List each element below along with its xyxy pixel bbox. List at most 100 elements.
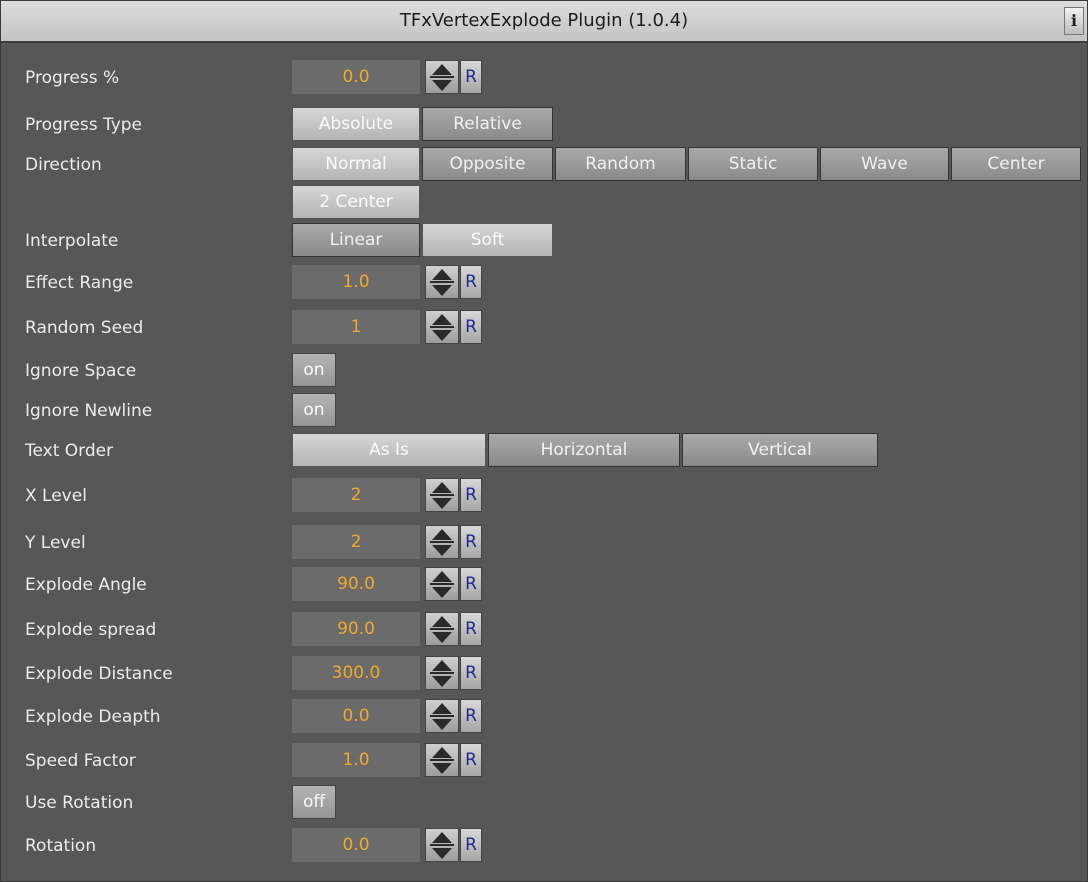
random-seed-reset-button[interactable]: R <box>460 310 482 344</box>
speed-factor-input[interactable]: 1.0 <box>292 743 420 777</box>
arrow-up-icon <box>432 747 452 758</box>
progress-type-relative-button[interactable]: Relative <box>422 107 553 141</box>
row-speed-factor: Speed Factor 1.0 R <box>1 743 1087 779</box>
progress-label: Progress % <box>25 68 120 88</box>
direction-random-button[interactable]: Random <box>555 147 686 181</box>
random-seed-input[interactable]: 1 <box>292 310 420 344</box>
explode-angle-reset-button[interactable]: R <box>460 567 482 601</box>
row-y-level: Y Level 2 R <box>1 525 1087 561</box>
row-x-level: X Level 2 R <box>1 478 1087 514</box>
effect-range-spinner[interactable] <box>425 265 459 299</box>
explode-deapth-reset-button[interactable]: R <box>460 699 482 733</box>
arrow-down-icon <box>432 545 452 556</box>
row-text-order: Text Order As Is Horizontal Vertical <box>1 433 1087 469</box>
rotation-reset-button[interactable]: R <box>460 828 482 862</box>
progress-input[interactable]: 0.0 <box>292 60 420 94</box>
y-level-label: Y Level <box>25 533 86 553</box>
progress-type-absolute-button[interactable]: Absolute <box>292 107 420 141</box>
explode-distance-input[interactable]: 300.0 <box>292 656 420 690</box>
y-level-spinner[interactable] <box>425 525 459 559</box>
interpolate-soft-button[interactable]: Soft <box>422 223 553 257</box>
ignore-space-toggle[interactable]: on <box>292 353 336 387</box>
interpolate-label: Interpolate <box>25 231 119 251</box>
use-rotation-toggle[interactable]: off <box>292 785 336 819</box>
explode-distance-spinner[interactable] <box>425 656 459 690</box>
title-bar: TFxVertexExplode Plugin (1.0.4) i <box>1 1 1087 43</box>
x-level-reset-button[interactable]: R <box>460 478 482 512</box>
direction-center-button[interactable]: Center <box>951 147 1081 181</box>
speed-factor-label: Speed Factor <box>25 751 136 771</box>
explode-deapth-spinner[interactable] <box>425 699 459 733</box>
ignore-newline-toggle[interactable]: on <box>292 393 336 427</box>
row-direction: Direction Normal Opposite Random Static … <box>1 147 1087 183</box>
row-progress-type: Progress Type Absolute Relative <box>1 107 1087 143</box>
arrow-down-icon <box>432 676 452 687</box>
arrow-up-icon <box>432 64 452 75</box>
random-seed-spinner[interactable] <box>425 310 459 344</box>
row-interpolate: Interpolate Linear Soft <box>1 223 1087 259</box>
row-ignore-space: Ignore Space on <box>1 353 1087 389</box>
row-explode-distance: Explode Distance 300.0 R <box>1 656 1087 692</box>
rotation-label: Rotation <box>25 836 97 856</box>
arrow-up-icon <box>432 571 452 582</box>
plugin-panel: TFxVertexExplode Plugin (1.0.4) i Progre… <box>0 0 1088 882</box>
arrow-down-icon <box>432 330 452 341</box>
arrow-down-icon <box>432 498 452 509</box>
interpolate-linear-button[interactable]: Linear <box>292 223 420 257</box>
row-progress: Progress % 0.0 R <box>1 60 1087 96</box>
y-level-reset-button[interactable]: R <box>460 525 482 559</box>
row-ignore-newline: Ignore Newline on <box>1 393 1087 429</box>
effect-range-label: Effect Range <box>25 273 134 293</box>
explode-spread-label: Explode spread <box>25 620 157 640</box>
explode-angle-input[interactable]: 90.0 <box>292 567 420 601</box>
explode-distance-reset-button[interactable]: R <box>460 656 482 690</box>
arrow-up-icon <box>432 616 452 627</box>
speed-factor-reset-button[interactable]: R <box>460 743 482 777</box>
arrow-up-icon <box>432 529 452 540</box>
explode-spread-input[interactable]: 90.0 <box>292 612 420 646</box>
arrow-up-icon <box>432 832 452 843</box>
x-level-label: X Level <box>25 486 87 506</box>
row-random-seed: Random Seed 1 R <box>1 310 1087 346</box>
arrow-down-icon <box>432 719 452 730</box>
row-explode-angle: Explode Angle 90.0 R <box>1 567 1087 603</box>
row-rotation: Rotation 0.0 R <box>1 828 1087 864</box>
explode-spread-reset-button[interactable]: R <box>460 612 482 646</box>
y-level-input[interactable]: 2 <box>292 525 420 559</box>
text-order-as-is-button[interactable]: As Is <box>292 433 486 467</box>
random-seed-label: Random Seed <box>25 318 144 338</box>
row-direction-2: 2 Center <box>1 185 1087 221</box>
arrow-up-icon <box>432 269 452 280</box>
arrow-up-icon <box>432 703 452 714</box>
explode-distance-label: Explode Distance <box>25 664 173 684</box>
text-order-horizontal-button[interactable]: Horizontal <box>488 433 680 467</box>
effect-range-input[interactable]: 1.0 <box>292 265 420 299</box>
explode-deapth-input[interactable]: 0.0 <box>292 699 420 733</box>
explode-spread-spinner[interactable] <box>425 612 459 646</box>
direction-static-button[interactable]: Static <box>688 147 818 181</box>
text-order-vertical-button[interactable]: Vertical <box>682 433 878 467</box>
x-level-input[interactable]: 2 <box>292 478 420 512</box>
arrow-down-icon <box>432 80 452 91</box>
direction-2center-button[interactable]: 2 Center <box>292 185 420 219</box>
explode-angle-spinner[interactable] <box>425 567 459 601</box>
speed-factor-spinner[interactable] <box>425 743 459 777</box>
info-button[interactable]: i <box>1064 7 1084 35</box>
effect-range-reset-button[interactable]: R <box>460 265 482 299</box>
direction-opposite-button[interactable]: Opposite <box>422 147 553 181</box>
arrow-up-icon <box>432 660 452 671</box>
x-level-spinner[interactable] <box>425 478 459 512</box>
progress-reset-button[interactable]: R <box>460 60 482 94</box>
arrow-down-icon <box>432 285 452 296</box>
use-rotation-label: Use Rotation <box>25 793 134 813</box>
arrow-down-icon <box>432 587 452 598</box>
direction-wave-button[interactable]: Wave <box>820 147 949 181</box>
rotation-spinner[interactable] <box>425 828 459 862</box>
row-use-rotation: Use Rotation off <box>1 785 1087 821</box>
direction-normal-button[interactable]: Normal <box>292 147 420 181</box>
direction-label: Direction <box>25 155 102 175</box>
progress-spinner[interactable] <box>425 60 459 94</box>
panel-title: TFxVertexExplode Plugin (1.0.4) <box>399 10 689 31</box>
rotation-input[interactable]: 0.0 <box>292 828 420 862</box>
ignore-newline-label: Ignore Newline <box>25 401 153 421</box>
